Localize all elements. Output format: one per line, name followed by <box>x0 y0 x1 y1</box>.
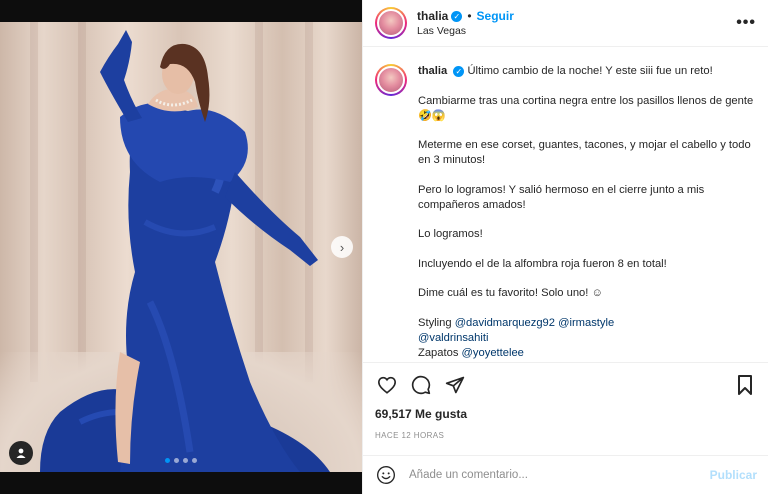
avatar[interactable] <box>375 7 407 39</box>
instagram-post-modal: › thalia ✓ • Seguir Las Vegas ••• thalia… <box>0 0 768 494</box>
emoji-button[interactable] <box>375 464 397 486</box>
likes-suffix: Me gusta <box>415 407 468 421</box>
heart-icon <box>377 376 397 394</box>
caption-scroll-area[interactable]: thalia ✓ Último cambio de la noche! Y es… <box>363 48 768 362</box>
likes-count[interactable]: 69,517 Me gusta <box>375 407 757 421</box>
like-button[interactable] <box>375 373 399 397</box>
smiley-icon <box>377 466 395 484</box>
location-link[interactable]: Las Vegas <box>417 25 736 37</box>
caption-paragraph: Meterme en ese corset, guantes, tacones,… <box>418 139 751 166</box>
caption-avatar[interactable] <box>375 64 407 96</box>
woman-in-blue-gown-image <box>40 30 330 472</box>
caption-paragraph: Cambiarme tras una cortina negra entre l… <box>418 94 754 122</box>
caption-paragraph: Lo logramos! <box>418 228 483 240</box>
likes-number: 69,517 <box>375 407 412 421</box>
caption-username-link[interactable]: thalia <box>418 65 447 77</box>
carousel-dots <box>165 458 197 463</box>
more-options-icon[interactable]: ••• <box>736 14 756 32</box>
comment-form: Publicar <box>363 455 768 494</box>
styling-label: Styling <box>418 316 452 329</box>
paper-plane-icon <box>445 376 465 394</box>
caption-paragraph: Dime cuál es tu favorito! Solo uno! ☺ <box>418 287 603 299</box>
post-actions: 69,517 Me gusta HACE 12 HORAS <box>363 362 768 440</box>
separator-dot: • <box>467 9 472 23</box>
comment-bubble-icon <box>411 375 431 395</box>
save-button[interactable] <box>733 373 757 397</box>
follow-button[interactable]: Seguir <box>477 9 514 23</box>
bookmark-icon <box>738 375 752 395</box>
comment-input[interactable] <box>409 469 710 481</box>
mention-link[interactable]: @valdrinsahiti <box>418 332 488 344</box>
username-link[interactable]: thalia <box>417 9 448 23</box>
caption-text: thalia ✓ Último cambio de la noche! Y es… <box>418 64 757 361</box>
share-button[interactable] <box>443 373 467 397</box>
mention-link[interactable]: @davidmarquezg92 <box>455 317 555 329</box>
mention-link[interactable]: @yoyettelee <box>462 347 524 359</box>
verified-badge-icon: ✓ <box>451 10 463 22</box>
post-photo-area[interactable]: › <box>0 0 362 494</box>
verified-badge-icon: ✓ <box>453 66 465 77</box>
post-photo[interactable] <box>0 22 362 472</box>
carousel-dot <box>165 458 170 463</box>
post-header: thalia ✓ • Seguir Las Vegas ••• <box>363 0 768 47</box>
carousel-dot <box>183 458 188 463</box>
caption-paragraph: Pero lo logramos! Y salió hermoso en el … <box>418 183 705 211</box>
comment-button[interactable] <box>409 373 433 397</box>
carousel-dot <box>174 458 179 463</box>
zapatos-label: Zapatos <box>418 346 459 359</box>
caption-paragraph: Último cambio de la noche! Y este siii f… <box>467 65 713 77</box>
next-photo-button[interactable]: › <box>331 236 353 258</box>
post-side-panel: thalia ✓ • Seguir Las Vegas ••• thalia ✓… <box>362 0 768 494</box>
post-timestamp[interactable]: HACE 12 HORAS <box>375 431 757 440</box>
publish-button[interactable]: Publicar <box>710 468 757 482</box>
caption-paragraph: Incluyendo el de la alfombra roja fueron… <box>418 257 667 270</box>
carousel-dot <box>192 458 197 463</box>
user-icon <box>16 448 26 458</box>
mention-link[interactable]: @irmastyle <box>558 317 614 329</box>
tagged-users-button[interactable] <box>9 441 33 465</box>
